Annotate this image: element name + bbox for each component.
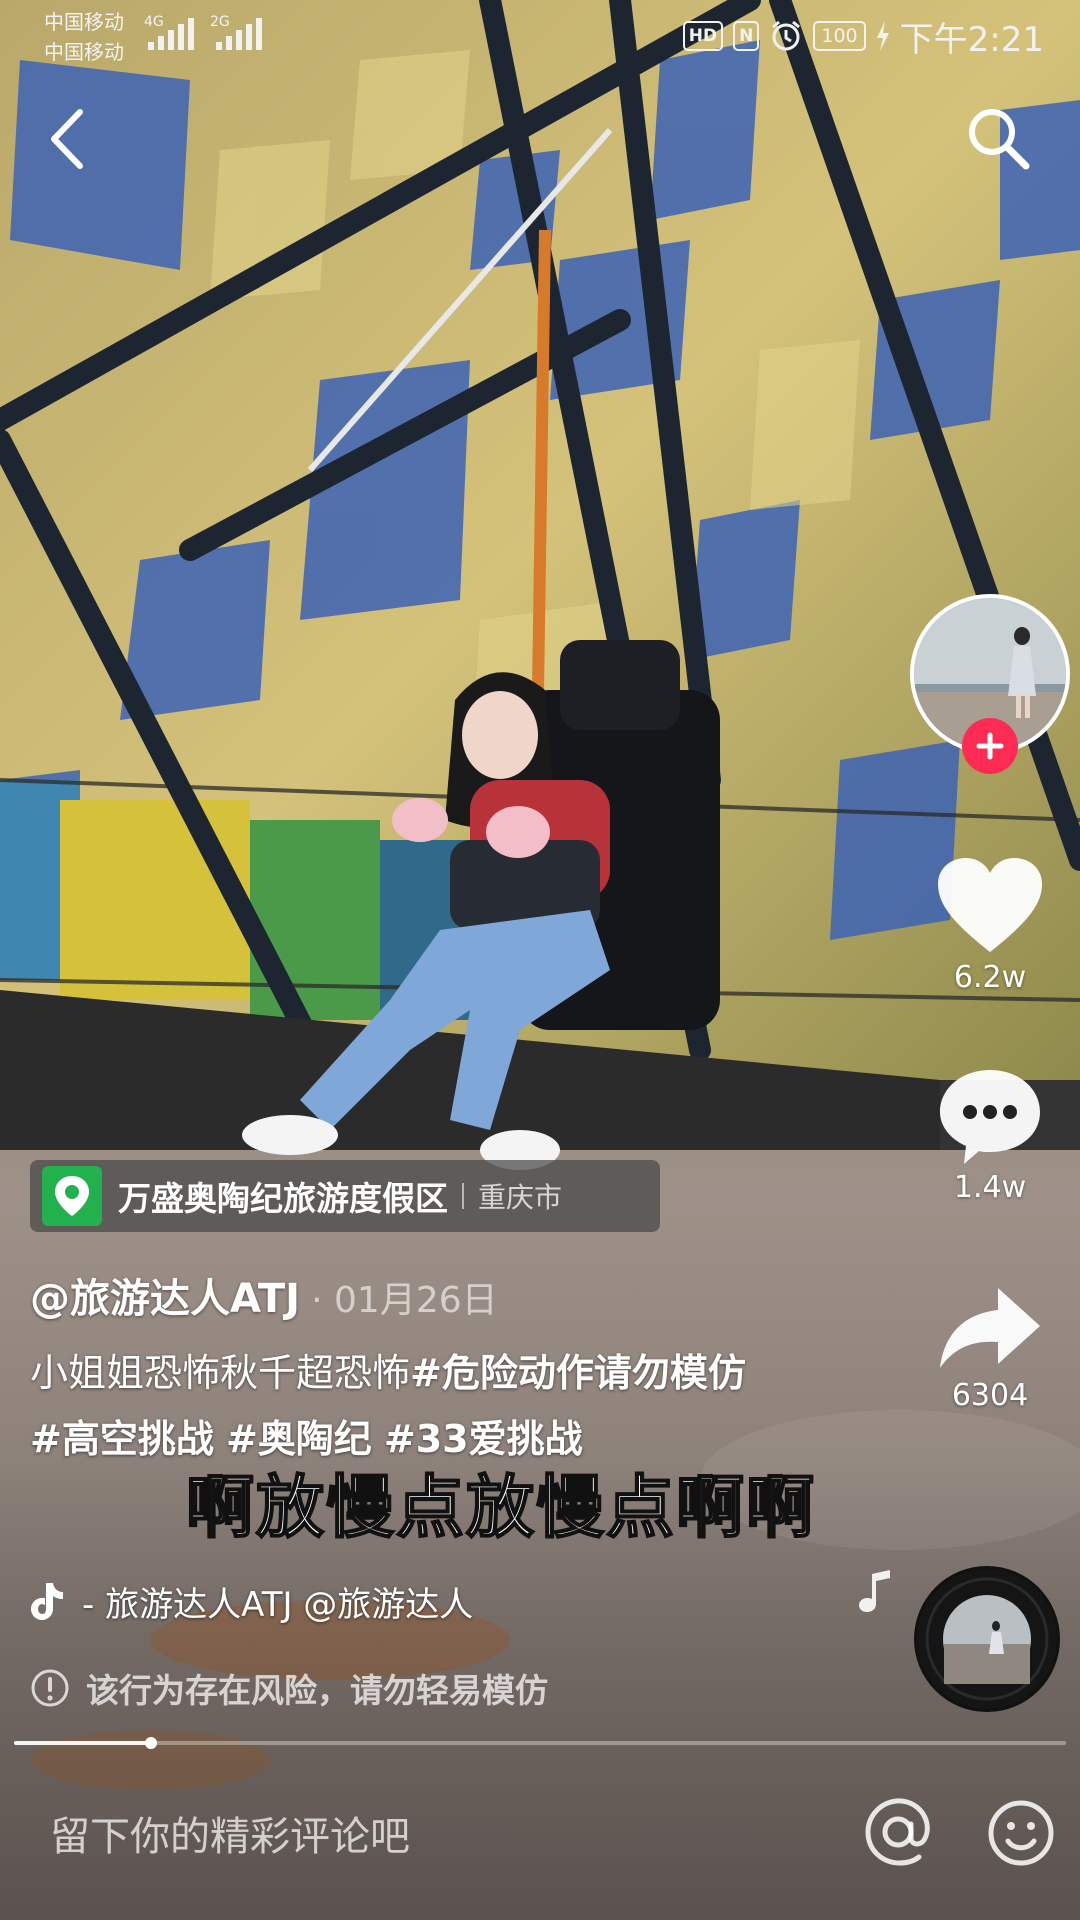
music-disc-artwork — [917, 1569, 1057, 1709]
location-city: 重庆市 — [478, 1181, 563, 1214]
music-title: - 旅游达人ATJ @旅游达人 — [82, 1584, 474, 1625]
smiley-icon[interactable] — [986, 1798, 1056, 1868]
risk-warning: 该行为存在风险，请勿轻易模仿 — [30, 1664, 548, 1712]
music-line[interactable]: - 旅游达人ATJ @旅游达人 — [30, 1576, 580, 1626]
share-arrow-icon — [940, 1288, 1040, 1368]
share-count: 6304 — [951, 1378, 1029, 1413]
alarm-clock-icon — [772, 20, 801, 51]
tiktok-note-icon — [31, 1583, 63, 1620]
like-count: 6.2w — [953, 960, 1027, 995]
back-chevron-icon[interactable] — [40, 104, 100, 174]
video-progress-fill — [14, 1741, 151, 1745]
post-date: · 01月26日 — [311, 1280, 498, 1321]
exclamation-circle-icon — [31, 1669, 69, 1707]
music-disc[interactable] — [914, 1566, 1060, 1712]
video-progress-bar[interactable] — [14, 1737, 1066, 1749]
share-button[interactable]: 6304 — [928, 1284, 1052, 1413]
search-icon[interactable] — [964, 104, 1034, 174]
carrier-1-label: 中国移动 — [44, 10, 124, 34]
at-icon[interactable] — [862, 1796, 934, 1868]
author-avatar-group — [910, 594, 1070, 774]
hashtag-link[interactable]: #危险动作请勿模仿 — [410, 1351, 746, 1395]
comment-count: 1.4w — [953, 1170, 1027, 1205]
follow-button[interactable] — [962, 718, 1018, 774]
signal-strength-2-icon — [216, 18, 262, 50]
hd-badge: HD — [682, 21, 724, 51]
comment-button[interactable]: 1.4w — [928, 1066, 1052, 1205]
location-divider — [462, 1183, 464, 1209]
caption-text: 小姐姐恐怖秋千超恐怖 — [30, 1351, 411, 1395]
video-progress-knob[interactable] — [144, 1737, 157, 1749]
carrier-2-label: 中国移动 — [44, 40, 124, 64]
location-pin-icon — [42, 1166, 102, 1226]
charging-bolt-icon — [876, 21, 889, 51]
warning-text: 该行为存在风险，请勿轻易模仿 — [86, 1671, 548, 1710]
location-name: 万盛奥陶纪旅游度假区 — [118, 1179, 448, 1218]
plus-icon — [976, 732, 1004, 760]
comment-bubble-icon — [940, 1070, 1040, 1164]
comment-input[interactable]: 留下你的精彩评论吧 — [50, 1804, 410, 1862]
status-bar: 中国移动 中国移动 4G 2G HD N 100 下午2:21 — [0, 0, 1080, 70]
battery-level: 100 — [813, 21, 866, 51]
video-subtitle: 啊放慢点放慢点啊啊 — [185, 1468, 817, 1549]
status-right-group: HD N 100 下午2:21 — [682, 16, 1044, 60]
comment-bar: 留下你的精彩评论吧 — [0, 1760, 1080, 1920]
nfc-badge: N — [733, 21, 760, 51]
location-chip[interactable]: 万盛奥陶纪旅游度假区 重庆市 — [30, 1160, 660, 1232]
heart-icon — [938, 858, 1042, 952]
clock: 下午2:21 — [899, 19, 1044, 60]
author-name[interactable]: @旅游达人ATJ — [30, 1276, 300, 1322]
signal-strength-1-icon — [148, 18, 194, 50]
author-line: @旅游达人ATJ · 01月26日 — [30, 1266, 498, 1324]
like-button[interactable]: 6.2w — [928, 856, 1052, 995]
music-note-icon — [859, 1570, 890, 1612]
